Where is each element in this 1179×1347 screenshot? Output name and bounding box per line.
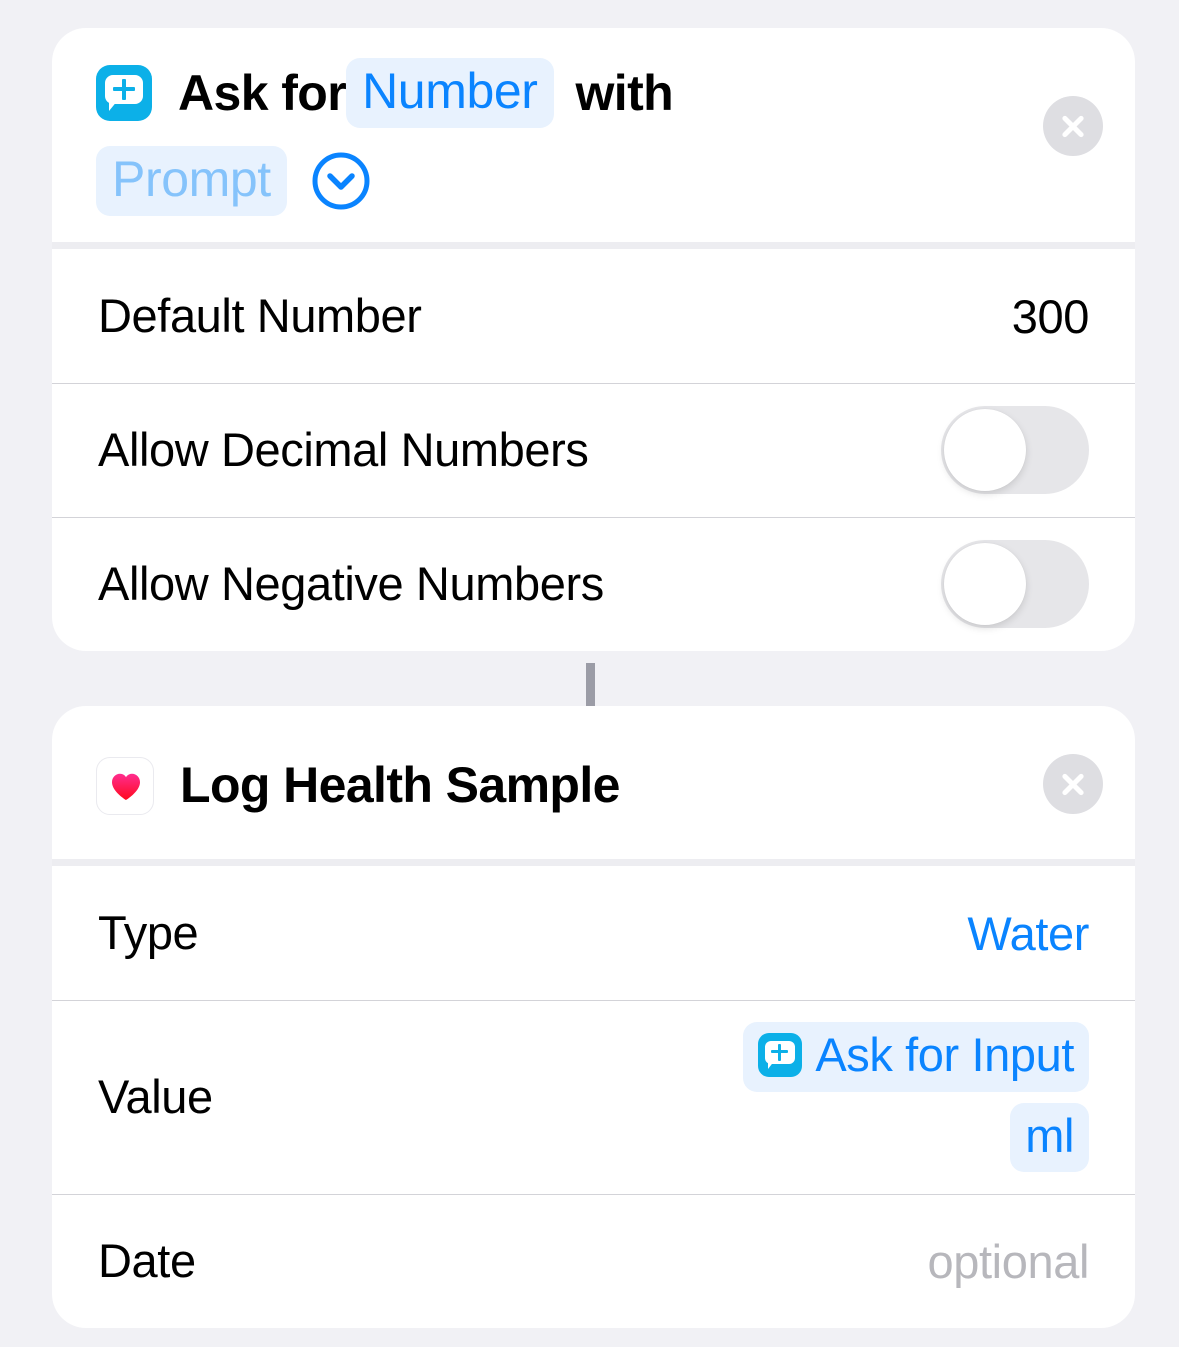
close-icon-log-health-sample[interactable] <box>1043 754 1103 814</box>
row-label: Value <box>98 1070 213 1124</box>
action-title-lead: Ask for <box>178 64 347 121</box>
value-token-stack[interactable]: Ask for Input ml <box>743 1022 1089 1172</box>
row-value-type[interactable]: Water <box>967 906 1089 961</box>
row-allow-decimal-numbers[interactable]: Allow Decimal Numbers <box>52 383 1135 517</box>
action-title-line: Log Health Sample <box>96 756 1107 815</box>
toggle-allow-decimal-numbers[interactable] <box>941 406 1089 494</box>
action-card-log-health-sample[interactable]: Log Health Sample Type Water Value Ask f… <box>52 706 1135 1328</box>
close-icon-ask-for-input[interactable] <box>1043 96 1103 156</box>
shortcuts-ask-for-input-icon <box>96 65 152 121</box>
action-header-ask-for-input[interactable]: Ask for Number with Prompt <box>52 28 1135 242</box>
row-label: Allow Decimal Numbers <box>98 423 589 477</box>
toggle-allow-negative-numbers[interactable] <box>941 540 1089 628</box>
shortcuts-editor-canvas: Ask for Number with Prompt Default Numbe… <box>0 0 1179 1347</box>
token-unit-ml[interactable]: ml <box>1010 1102 1089 1172</box>
shortcuts-ask-for-input-icon <box>758 1032 803 1077</box>
row-label: Allow Negative Numbers <box>98 557 604 611</box>
row-label: Date <box>98 1234 196 1288</box>
action-connector <box>586 663 595 711</box>
row-default-number[interactable]: Default Number 300 <box>52 249 1135 383</box>
row-allow-negative-numbers[interactable]: Allow Negative Numbers <box>52 517 1135 651</box>
token-label: Ask for Input <box>815 1028 1074 1082</box>
toggle-knob <box>944 543 1026 625</box>
health-heart-icon <box>96 756 154 815</box>
action-title-log-health-sample: Log Health Sample <box>180 757 620 813</box>
action-title-line-2: Prompt <box>96 146 1107 216</box>
header-divider <box>52 859 1135 866</box>
row-value[interactable]: Value Ask for Input ml <box>52 1000 1135 1194</box>
row-date[interactable]: Date optional <box>52 1194 1135 1328</box>
action-card-ask-for-input[interactable]: Ask for Number with Prompt Default Numbe… <box>52 28 1135 651</box>
row-type[interactable]: Type Water <box>52 866 1135 1000</box>
toggle-knob <box>944 409 1026 491</box>
row-label: Default Number <box>98 289 422 343</box>
header-divider <box>52 242 1135 249</box>
action-header-log-health-sample[interactable]: Log Health Sample <box>52 706 1135 859</box>
chevron-down-circle-icon[interactable] <box>311 151 371 211</box>
token-prompt-placeholder[interactable]: Prompt <box>96 146 287 216</box>
row-value-date[interactable]: optional <box>928 1234 1090 1289</box>
action-title-line-1: Ask for Number with <box>96 58 1107 128</box>
token-ask-for-input[interactable]: Ask for Input <box>743 1022 1089 1092</box>
action-title-joiner: with <box>575 64 674 121</box>
token-input-type[interactable]: Number <box>346 58 554 128</box>
row-label: Type <box>98 906 199 960</box>
row-value-default-number[interactable]: 300 <box>1012 289 1090 344</box>
